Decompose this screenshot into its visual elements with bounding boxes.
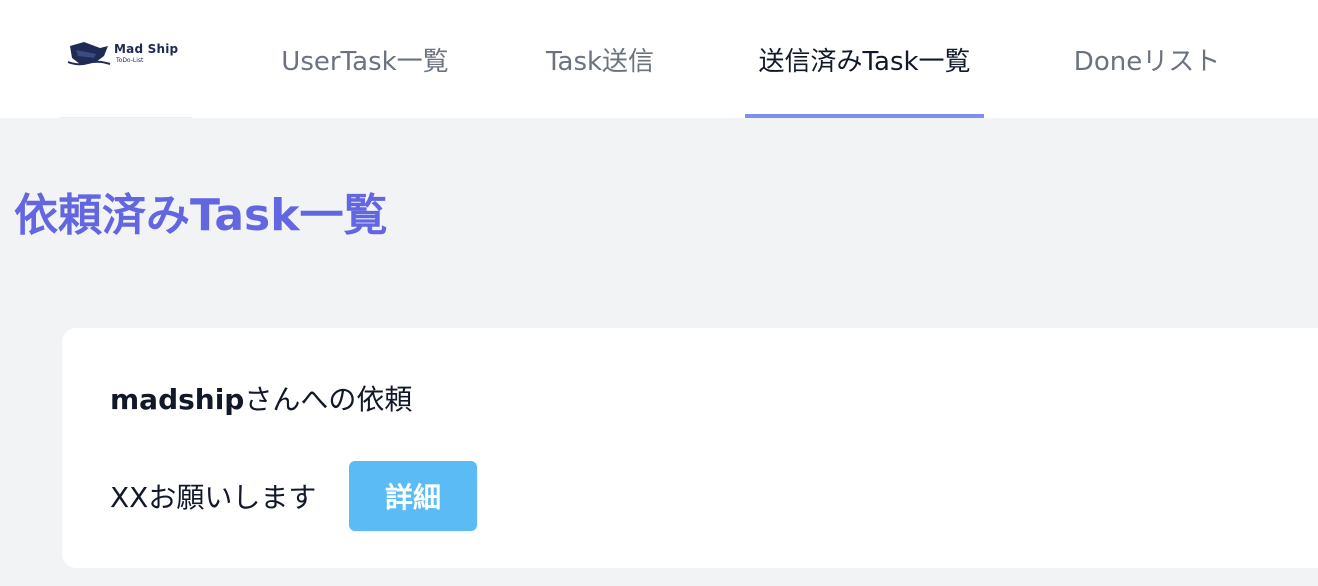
- recipient-suffix: さんへの依頼: [244, 383, 413, 416]
- top-navbar: Mad Ship ToDo-List UserTask一覧 Task送信 送信済…: [0, 0, 1318, 118]
- logo-subtitle: ToDo-List: [116, 57, 144, 64]
- ship-icon: [67, 42, 111, 66]
- logo-divider: [60, 117, 192, 118]
- recipient-name: madship: [110, 383, 245, 416]
- detail-button[interactable]: 詳細: [349, 461, 477, 531]
- tab-sent-task-list[interactable]: 送信済みTask一覧: [745, 0, 984, 118]
- tab-done-list[interactable]: Doneリスト: [1062, 0, 1232, 118]
- task-text: XXお願いします: [110, 481, 317, 514]
- card-recipient: madshipさんへの依頼: [110, 378, 412, 418]
- tab-task-send[interactable]: Task送信: [530, 0, 670, 118]
- task-card: madshipさんへの依頼 XXお願いします 詳細: [62, 328, 1318, 568]
- logo-title: Mad Ship: [114, 42, 179, 56]
- tab-usertask-list[interactable]: UserTask一覧: [270, 0, 460, 118]
- logo[interactable]: Mad Ship ToDo-List: [66, 32, 186, 76]
- page-title: 依頼済みTask一覧: [14, 190, 388, 241]
